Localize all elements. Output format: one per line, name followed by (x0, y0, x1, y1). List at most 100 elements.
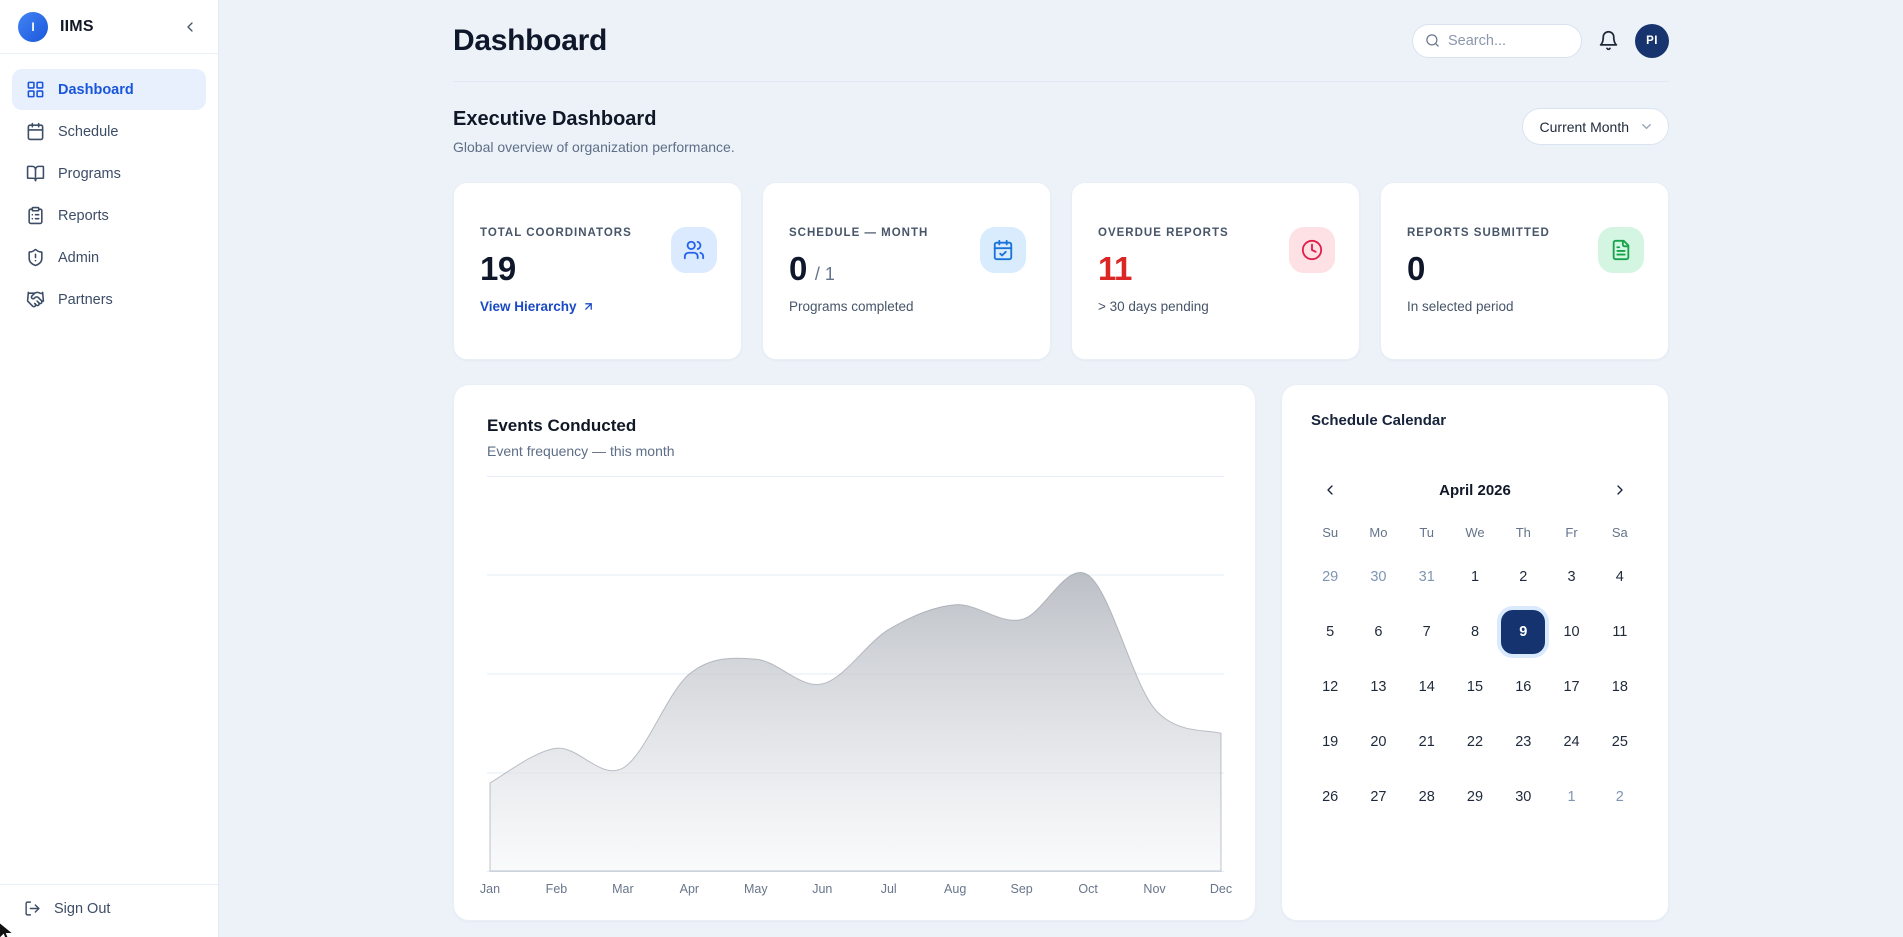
calendar-day[interactable]: 26 (1308, 775, 1352, 819)
x-axis-label: Sep (1011, 882, 1033, 896)
calendar-day[interactable]: 22 (1453, 720, 1497, 764)
weekday-label: Th (1499, 525, 1547, 540)
sidebar-item-programs[interactable]: Programs (12, 153, 206, 194)
calendar-day[interactable]: 3 (1550, 555, 1594, 599)
calendar-day[interactable]: 21 (1405, 720, 1449, 764)
calendar-day[interactable]: 23 (1501, 720, 1545, 764)
calendar-day[interactable]: 17 (1550, 665, 1594, 709)
calendar-day[interactable]: 20 (1356, 720, 1400, 764)
search-box[interactable] (1412, 24, 1582, 58)
sidebar-item-partners[interactable]: Partners (12, 279, 206, 320)
sign-out-label: Sign Out (54, 901, 110, 917)
calendar-day[interactable]: 11 (1598, 610, 1642, 654)
calendar-next-button[interactable] (1608, 478, 1632, 502)
sidebar-item-admin[interactable]: Admin (12, 237, 206, 278)
book-open-icon (26, 164, 45, 183)
log-out-icon (24, 900, 41, 917)
chevron-left-icon (182, 19, 198, 35)
calendar-day[interactable]: 16 (1501, 665, 1545, 709)
sidebar-item-label: Dashboard (58, 82, 134, 98)
calendar-day[interactable]: 29 (1308, 555, 1352, 599)
chart-subtitle: Event frequency — this month (487, 443, 1222, 459)
calendar-day[interactable]: 5 (1308, 610, 1352, 654)
x-axis-label: Jan (480, 882, 500, 896)
calendar-day[interactable]: 2 (1598, 775, 1642, 819)
stat-card-schedule-month: SCHEDULE — MONTH 0 / 1 Programs complete… (762, 182, 1051, 360)
notifications-button[interactable] (1596, 28, 1621, 53)
section-subtitle: Global overview of organization performa… (453, 139, 735, 155)
calendar-day[interactable]: 28 (1405, 775, 1449, 819)
sidebar-item-label: Partners (58, 292, 113, 308)
sidebar-item-reports[interactable]: Reports (12, 195, 206, 236)
x-axis-label: Jun (812, 882, 832, 896)
clock-icon (1289, 227, 1335, 273)
users-icon (671, 227, 717, 273)
x-axis-label: Oct (1078, 882, 1097, 896)
stat-label: SCHEDULE — MONTH (789, 227, 928, 239)
x-axis-label: Apr (680, 882, 699, 896)
x-axis-label: Jul (881, 882, 897, 896)
stat-subtext: > 30 days pending (1098, 299, 1229, 314)
calendar-prev-button[interactable] (1318, 478, 1342, 502)
calendar-day[interactable]: 18 (1598, 665, 1642, 709)
chevron-right-icon (1612, 482, 1628, 498)
top-bar: Dashboard PI (453, 0, 1669, 82)
x-axis-label: Mar (612, 882, 634, 896)
calendar-day[interactable]: 25 (1598, 720, 1642, 764)
calendar-day[interactable]: 8 (1453, 610, 1497, 654)
sidebar-header: I IIMS (0, 0, 218, 54)
calendar-day[interactable]: 24 (1550, 720, 1594, 764)
calendar-day[interactable]: 31 (1405, 555, 1449, 599)
period-filter-value: Current Month (1540, 119, 1629, 135)
calendar-day[interactable]: 2 (1501, 555, 1545, 599)
calendar-title: Schedule Calendar (1306, 412, 1644, 429)
dashboard-grid-icon (26, 80, 45, 99)
calendar-day[interactable]: 13 (1356, 665, 1400, 709)
calendar-day-selected[interactable]: 9 (1501, 610, 1545, 654)
calendar-day[interactable]: 1 (1453, 555, 1497, 599)
events-conducted-card: Events Conducted Event frequency — this … (453, 384, 1256, 921)
section-title: Executive Dashboard (453, 108, 735, 131)
weekday-label: Sa (1596, 525, 1644, 540)
calendar-grid: 2930311234567891011121314151617181920212… (1306, 555, 1644, 819)
avatar[interactable]: PI (1635, 24, 1669, 58)
calendar-day[interactable]: 6 (1356, 610, 1400, 654)
calendar-day[interactable]: 30 (1356, 555, 1400, 599)
chevron-left-icon (1322, 482, 1338, 498)
calendar-day[interactable]: 12 (1308, 665, 1352, 709)
sign-out-button[interactable]: Sign Out (0, 884, 218, 937)
calendar-day[interactable]: 27 (1356, 775, 1400, 819)
events-area-chart (487, 476, 1224, 872)
stat-value: 0 (789, 252, 807, 285)
calendar-day[interactable]: 4 (1598, 555, 1642, 599)
sidebar-item-schedule[interactable]: Schedule (12, 111, 206, 152)
stat-label: REPORTS SUBMITTED (1407, 227, 1550, 239)
calendar-day[interactable]: 7 (1405, 610, 1449, 654)
x-axis-label: Feb (546, 882, 568, 896)
stat-label: TOTAL COORDINATORS (480, 227, 632, 239)
stats-row: TOTAL COORDINATORS 19 View Hierarchy SCH… (453, 182, 1669, 360)
stat-value: 11 (1098, 252, 1132, 285)
calendar-day[interactable]: 19 (1308, 720, 1352, 764)
calendar-day[interactable]: 10 (1550, 610, 1594, 654)
stat-card-reports-submitted: REPORTS SUBMITTED 0 In selected period (1380, 182, 1669, 360)
sidebar-item-dashboard[interactable]: Dashboard (12, 69, 206, 110)
calendar-day[interactable]: 1 (1550, 775, 1594, 819)
schedule-calendar-card: Schedule Calendar April 2026 Su Mo Tu We… (1281, 384, 1669, 921)
view-hierarchy-link[interactable]: View Hierarchy (480, 299, 632, 314)
weekday-label: Fr (1547, 525, 1595, 540)
calendar-check-icon (980, 227, 1026, 273)
weekday-label: Tu (1403, 525, 1451, 540)
calendar-day[interactable]: 15 (1453, 665, 1497, 709)
calendar-day[interactable]: 14 (1405, 665, 1449, 709)
stat-value: 0 (1407, 252, 1425, 285)
calendar-nav: April 2026 (1306, 478, 1644, 502)
weekday-label: We (1451, 525, 1499, 540)
stat-card-total-coordinators: TOTAL COORDINATORS 19 View Hierarchy (453, 182, 742, 360)
sidebar-collapse-button[interactable] (180, 17, 200, 37)
search-input[interactable] (1448, 33, 1569, 49)
calendar-day[interactable]: 29 (1453, 775, 1497, 819)
period-filter-dropdown[interactable]: Current Month (1522, 108, 1669, 145)
calendar-day[interactable]: 30 (1501, 775, 1545, 819)
sidebar-nav: Dashboard Schedule Programs Reports Admi… (0, 54, 218, 321)
